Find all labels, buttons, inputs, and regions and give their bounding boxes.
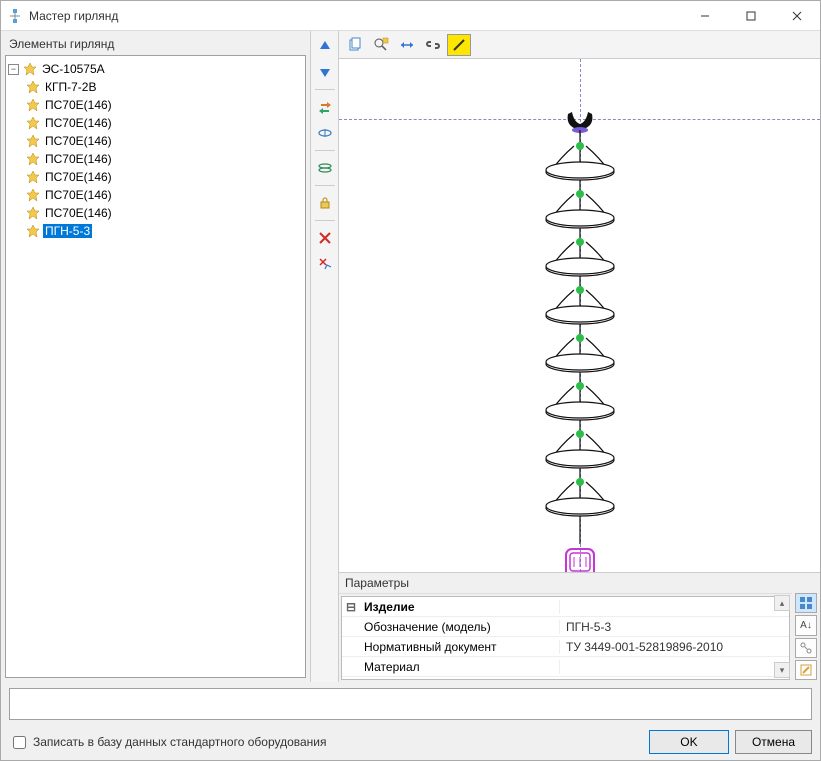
- prop-edit-button[interactable]: [795, 660, 817, 680]
- tree-item-label: ПГН-5-3: [43, 224, 92, 238]
- tree-item-label: ПС70Е(146): [43, 206, 114, 220]
- property-name: Материал: [360, 660, 560, 674]
- tree-root-node[interactable]: − ЭС-10575А: [8, 60, 303, 78]
- element-icon: [26, 134, 40, 148]
- tree-item[interactable]: ПС70Е(146): [26, 186, 303, 204]
- save-to-db-label: Записать в базу данных стандартного обор…: [33, 735, 327, 749]
- properties-title: Параметры: [339, 573, 792, 594]
- mid-toolbar: [311, 31, 339, 682]
- property-row[interactable]: Обозначение (модель)ПГН-5-3: [342, 617, 789, 637]
- group-collapse-icon[interactable]: ⊟: [342, 600, 360, 614]
- tree-item-label: ПС70Е(146): [43, 188, 114, 202]
- save-to-db-checkbox[interactable]: Записать в базу данных стандартного обор…: [9, 733, 327, 752]
- property-name: Нормативный документ: [360, 640, 560, 654]
- cancel-button[interactable]: Отмена: [735, 730, 812, 754]
- element-icon: [26, 116, 40, 130]
- right-panel: Параметры ⊟ Изделие Обозначение (модель)…: [339, 31, 820, 682]
- move-up-button[interactable]: [314, 35, 336, 57]
- element-icon: [26, 170, 40, 184]
- tree-item-label: ПС70Е(146): [43, 98, 114, 112]
- canvas-toolbar: [339, 31, 820, 59]
- property-value[interactable]: ТУ 3449-001-52819896-2010: [560, 640, 789, 654]
- tree-item[interactable]: ПГН-5-3: [26, 222, 303, 240]
- prop-filter-button[interactable]: [795, 638, 817, 658]
- main-window: Мастер гирлянд Элементы гирлянд − ЭС-105…: [0, 0, 821, 761]
- add-disc2-button[interactable]: [314, 157, 336, 179]
- save-to-db-input[interactable]: [13, 736, 26, 749]
- add-disc-button[interactable]: [314, 122, 336, 144]
- properties-toolbar: ▴ ▾ A↓: [792, 573, 820, 682]
- footer: Записать в базу данных стандартного обор…: [1, 724, 820, 760]
- scroll-up-button[interactable]: ▴: [774, 595, 790, 611]
- property-name: Обозначение (модель): [360, 620, 560, 634]
- element-icon: [26, 80, 40, 94]
- properties-grid[interactable]: ⊟ Изделие Обозначение (модель)ПГН-5-3Нор…: [341, 596, 790, 680]
- content-area: Элементы гирлянд − ЭС-10575А КГП-7-2В ПС7…: [1, 31, 820, 682]
- tree-item[interactable]: ПС70Е(146): [26, 114, 303, 132]
- tree-item[interactable]: КГП-7-2В: [26, 78, 303, 96]
- fit-horizontal-button[interactable]: [395, 34, 419, 56]
- minimize-button[interactable]: [682, 1, 728, 31]
- element-icon: [26, 188, 40, 202]
- tree-header: Элементы гирлянд: [5, 35, 306, 53]
- element-icon: [26, 152, 40, 166]
- tree-item[interactable]: ПС70Е(146): [26, 168, 303, 186]
- properties-panel: Параметры ⊟ Изделие Обозначение (модель)…: [339, 572, 820, 682]
- delete-button[interactable]: [314, 227, 336, 249]
- collapse-icon[interactable]: −: [8, 64, 19, 75]
- copy-button[interactable]: [343, 34, 367, 56]
- lock-button[interactable]: [314, 192, 336, 214]
- description-input[interactable]: [9, 688, 812, 720]
- tree-view[interactable]: − ЭС-10575А КГП-7-2В ПС70Е(146) ПС70Е(146)…: [5, 55, 306, 678]
- tree-item[interactable]: ПС70Е(146): [26, 96, 303, 114]
- maximize-button[interactable]: [728, 1, 774, 31]
- tree-item[interactable]: ПС70Е(146): [26, 132, 303, 150]
- highlight-button[interactable]: [447, 34, 471, 56]
- app-icon: [7, 8, 23, 24]
- titlebar: Мастер гирлянд: [1, 1, 820, 31]
- property-row[interactable]: Материал: [342, 657, 789, 677]
- element-icon: [26, 98, 40, 112]
- ok-button[interactable]: OK: [649, 730, 729, 754]
- delete-all-button[interactable]: [314, 253, 336, 275]
- assembly-icon: [23, 62, 37, 76]
- preview-canvas[interactable]: [339, 59, 820, 572]
- property-value[interactable]: ПГН-5-3: [560, 620, 789, 634]
- element-icon: [26, 206, 40, 220]
- tree-item-label: КГП-7-2В: [43, 80, 98, 94]
- window-title: Мастер гирлянд: [29, 9, 682, 23]
- tree-item-label: ПС70Е(146): [43, 152, 114, 166]
- tree-item[interactable]: ПС70Е(146): [26, 150, 303, 168]
- tree-item-label: ПС70Е(146): [43, 116, 114, 130]
- element-icon: [26, 224, 40, 238]
- tree-root-label: ЭС-10575А: [40, 62, 107, 76]
- tree-item-label: ПС70Е(146): [43, 134, 114, 148]
- close-button[interactable]: [774, 1, 820, 31]
- move-down-button[interactable]: [314, 61, 336, 83]
- group-name: Изделие: [360, 600, 560, 614]
- swap-button[interactable]: [314, 96, 336, 118]
- prop-sort-button[interactable]: A↓: [795, 615, 817, 635]
- zoom-button[interactable]: [369, 34, 393, 56]
- link-button[interactable]: [421, 34, 445, 56]
- property-row[interactable]: Нормативный документТУ 3449-001-52819896…: [342, 637, 789, 657]
- prop-cat-button[interactable]: [795, 593, 817, 613]
- tree-item-label: ПС70Е(146): [43, 170, 114, 184]
- left-panel: Элементы гирлянд − ЭС-10575А КГП-7-2В ПС7…: [1, 31, 311, 682]
- garland-drawing: [520, 104, 640, 572]
- tree-item[interactable]: ПС70Е(146): [26, 204, 303, 222]
- scroll-down-button[interactable]: ▾: [774, 662, 790, 678]
- description-area: [1, 682, 820, 724]
